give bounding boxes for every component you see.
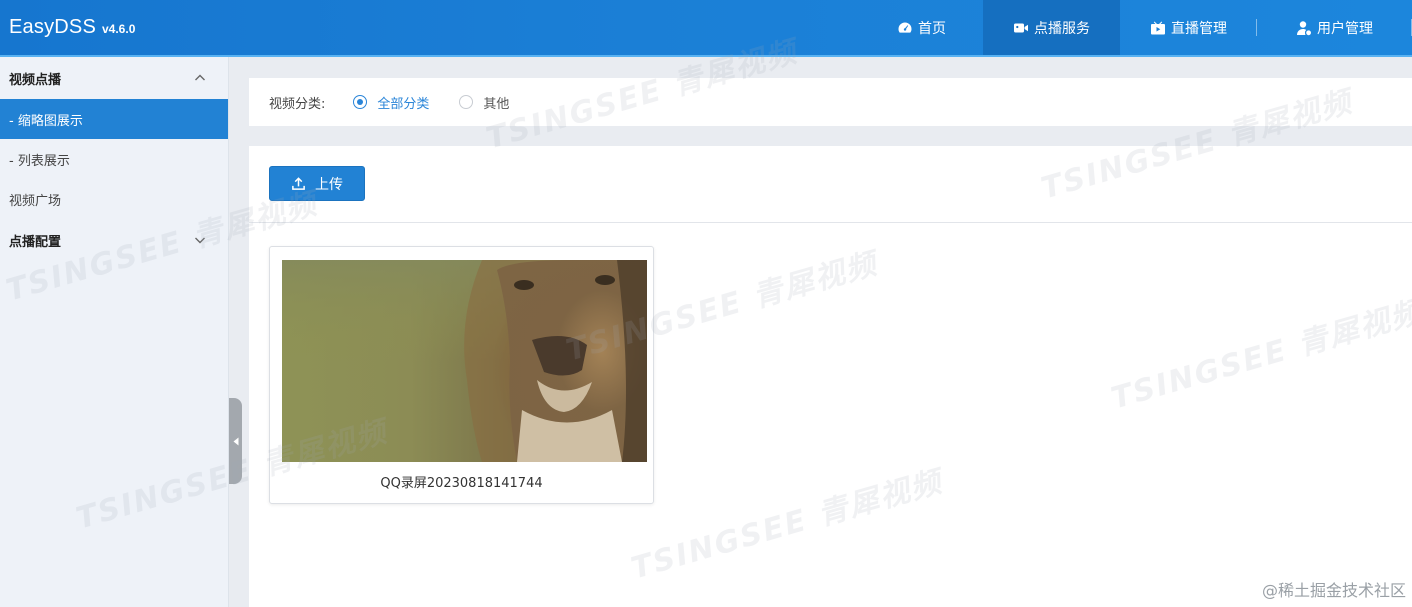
- upload-icon: [292, 177, 305, 190]
- video-card[interactable]: QQ录屏20230818141744: [269, 246, 654, 504]
- sidebar: 视频点播 - 缩略图展示 - 列表展示 视频广场 点播配置: [0, 57, 229, 607]
- video-camera-icon: [1014, 23, 1028, 32]
- chevron-up-icon: [195, 74, 205, 81]
- sidebar-collapse-handle[interactable]: [229, 398, 242, 484]
- divider: [249, 222, 1412, 223]
- radio-label: 其他: [483, 96, 510, 112]
- radio-unchecked-icon: [459, 95, 474, 109]
- top-header: EasyDSS v4.6.0 首页 点播服务 直播管理 用户管理: [0, 0, 1412, 57]
- top-nav: 首页 点播服务 直播管理 用户管理: [860, 0, 1412, 55]
- nav-item-vod-service[interactable]: 点播服务: [983, 0, 1120, 55]
- caret-left-icon: [233, 437, 238, 445]
- nav-label: 直播管理: [1171, 20, 1227, 37]
- radio-other[interactable]: 其他: [459, 93, 509, 112]
- video-list-panel: 上传 QQ录屏20230818141744: [249, 146, 1412, 607]
- radio-all-categories[interactable]: 全部分类: [353, 93, 429, 112]
- radio-label: 全部分类: [377, 96, 430, 112]
- upload-button[interactable]: 上传: [269, 166, 365, 201]
- sidebar-item-video-square[interactable]: 视频广场: [0, 179, 228, 219]
- user-icon: [1297, 20, 1311, 35]
- nav-item-home[interactable]: 首页: [860, 0, 983, 55]
- chevron-down-icon: [195, 237, 205, 244]
- video-title[interactable]: QQ录屏20230818141744: [270, 472, 653, 491]
- radio-checked-icon: [353, 95, 368, 109]
- brand-name: EasyDSS: [9, 16, 96, 38]
- nav-item-user-management[interactable]: 用户管理: [1257, 0, 1412, 55]
- filter-label: 视频分类:: [269, 96, 326, 112]
- nav-label: 用户管理: [1317, 20, 1373, 37]
- sidebar-group-vod-config[interactable]: 点播配置: [0, 219, 228, 261]
- dashboard-icon: [898, 22, 912, 33]
- nav-item-live-management[interactable]: 直播管理: [1120, 0, 1257, 55]
- upload-button-label: 上传: [315, 176, 343, 193]
- nav-label: 首页: [918, 20, 946, 37]
- brand-version: v4.6.0: [102, 22, 136, 36]
- sidebar-group-label: 视频点播: [9, 72, 62, 88]
- live-tv-icon: [1151, 21, 1165, 34]
- sidebar-group-video-vod[interactable]: 视频点播: [0, 57, 228, 99]
- brand: EasyDSS v4.6.0: [9, 16, 135, 39]
- lion-thumbnail-image: [282, 260, 647, 462]
- sidebar-item-list-view[interactable]: - 列表展示: [0, 139, 228, 179]
- video-thumbnail[interactable]: [282, 260, 647, 462]
- nav-label: 点播服务: [1034, 20, 1090, 37]
- sidebar-group-label: 点播配置: [9, 234, 62, 250]
- corner-mark: @稀土掘金技术社区: [1261, 581, 1406, 600]
- sidebar-item-thumbnail-view[interactable]: - 缩略图展示: [0, 99, 228, 139]
- category-filter: 视频分类: 全部分类 其他: [249, 78, 1412, 126]
